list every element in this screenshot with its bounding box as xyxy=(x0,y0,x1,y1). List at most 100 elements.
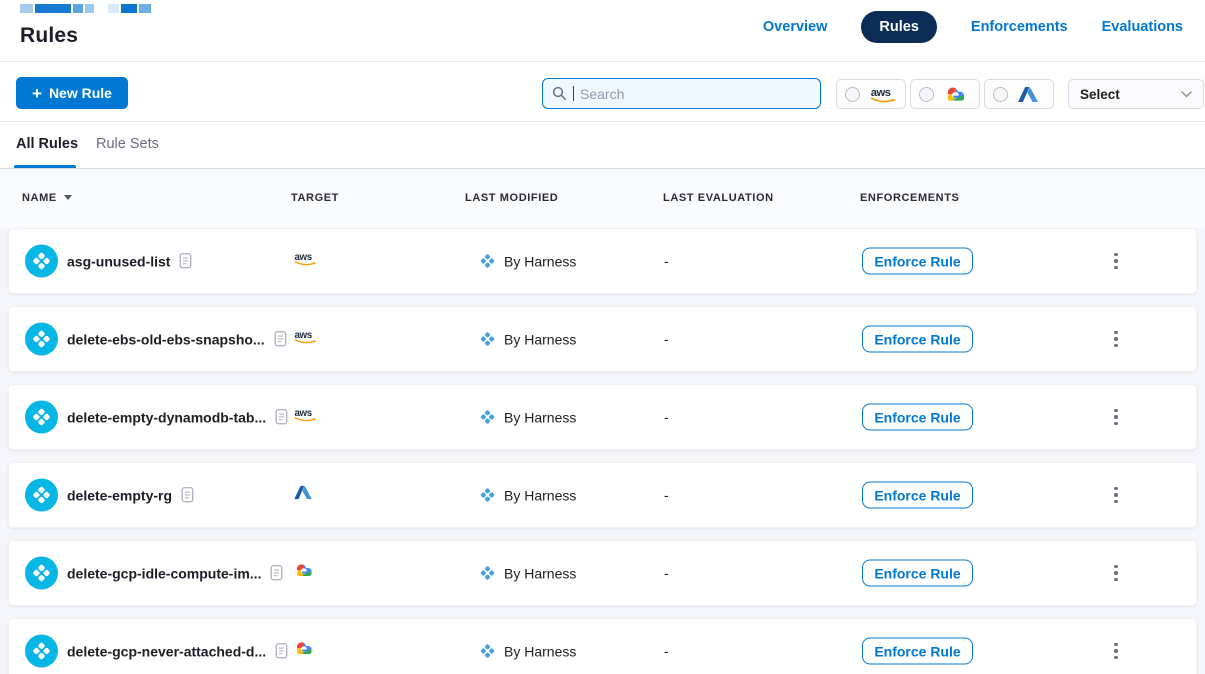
copy-icon[interactable] xyxy=(179,253,192,270)
rule-name-cell: delete-empty-rg xyxy=(67,487,194,504)
last-evaluation: - xyxy=(664,643,669,659)
rules-list: asg-unused-list aws xyxy=(0,228,1205,674)
rule-icon xyxy=(25,635,58,668)
breadcrumb-block xyxy=(96,4,106,13)
svg-text:aws: aws xyxy=(295,330,313,341)
table-row[interactable]: delete-empty-rg aws xyxy=(8,462,1197,528)
table-row[interactable]: delete-empty-dynamodb-tab... aws xyxy=(8,384,1197,450)
copy-icon[interactable] xyxy=(181,487,194,504)
nav-evaluations[interactable]: Evaluations xyxy=(1102,19,1183,35)
target-cell: aws xyxy=(293,250,320,272)
aws-logo-icon: aws xyxy=(869,85,900,104)
harness-icon xyxy=(479,331,496,348)
target-cell: aws xyxy=(293,406,320,428)
enforce-rule-button[interactable]: Enforce Rule xyxy=(862,248,973,275)
last-modified-cell: By Harness xyxy=(479,331,576,348)
rule-icon xyxy=(25,557,58,590)
enforce-rule-button[interactable]: Enforce Rule xyxy=(862,326,973,353)
tabs-row: All Rules Rule Sets xyxy=(0,123,1205,169)
kebab-menu-icon[interactable] xyxy=(1107,406,1125,428)
gcp-target-icon xyxy=(293,562,314,584)
sort-caret-icon xyxy=(64,195,72,200)
table-row[interactable]: asg-unused-list aws xyxy=(8,228,1197,294)
rule-name-cell: delete-ebs-old-ebs-snapsho... xyxy=(67,331,287,348)
breadcrumb-block xyxy=(85,4,94,13)
aws-target-icon: aws xyxy=(293,406,320,428)
svg-text:aws: aws xyxy=(295,252,313,263)
enforce-rule-button[interactable]: Enforce Rule xyxy=(862,638,973,665)
table-row[interactable]: delete-gcp-never-attached-d... aws xyxy=(8,618,1197,674)
copy-icon[interactable] xyxy=(270,565,283,582)
breadcrumb-block xyxy=(73,4,83,13)
last-evaluation: - xyxy=(664,253,669,269)
radio-icon[interactable] xyxy=(919,87,934,102)
copy-icon[interactable] xyxy=(275,643,288,660)
azure-target-icon xyxy=(293,485,313,505)
rule-name: delete-gcp-idle-compute-im... xyxy=(67,565,261,581)
rule-name: asg-unused-list xyxy=(67,253,170,269)
target-cell: aws xyxy=(293,640,314,662)
active-tab-underline xyxy=(14,165,76,168)
copy-icon[interactable] xyxy=(275,409,288,426)
table-row[interactable]: delete-gcp-idle-compute-im... aws xyxy=(8,540,1197,606)
gcp-logo-icon xyxy=(943,85,967,104)
last-evaluation: - xyxy=(664,487,669,503)
kebab-menu-icon[interactable] xyxy=(1107,640,1125,662)
last-evaluation: - xyxy=(664,409,669,425)
last-modified-text: By Harness xyxy=(504,643,576,659)
nav-overview[interactable]: Overview xyxy=(763,19,828,35)
column-header-name[interactable]: NAME xyxy=(22,169,72,228)
svg-text:aws: aws xyxy=(871,87,891,99)
kebab-menu-icon[interactable] xyxy=(1107,328,1125,350)
column-header-last-evaluation: LAST EVALUATION xyxy=(663,169,774,228)
harness-icon xyxy=(479,487,496,504)
column-header-enforcements: ENFORCEMENTS xyxy=(860,169,959,228)
radio-icon[interactable] xyxy=(993,87,1008,102)
filter-chip-gcp[interactable] xyxy=(910,79,980,109)
radio-icon[interactable] xyxy=(845,87,860,102)
kebab-menu-icon[interactable] xyxy=(1107,484,1125,506)
module-nav: Overview Rules Enforcements Evaluations xyxy=(763,11,1183,43)
enforce-rule-button[interactable]: Enforce Rule xyxy=(862,560,973,587)
rule-name: delete-empty-dynamodb-tab... xyxy=(67,409,266,425)
rule-name: delete-ebs-old-ebs-snapsho... xyxy=(67,331,265,347)
search-box[interactable] xyxy=(542,78,821,109)
kebab-menu-icon[interactable] xyxy=(1107,250,1125,272)
target-cell: aws xyxy=(293,562,314,584)
rule-name: delete-gcp-never-attached-d... xyxy=(67,643,266,659)
rule-name-cell: delete-empty-dynamodb-tab... xyxy=(67,409,288,426)
nav-enforcements[interactable]: Enforcements xyxy=(971,19,1068,35)
rule-icon xyxy=(25,245,58,278)
search-input[interactable] xyxy=(580,86,780,102)
select-dropdown[interactable]: Select xyxy=(1068,79,1204,109)
last-evaluation: - xyxy=(664,565,669,581)
tab-rule-sets[interactable]: Rule Sets xyxy=(96,136,159,152)
filter-chip-azure[interactable] xyxy=(984,79,1054,109)
rule-name-cell: delete-gcp-never-attached-d... xyxy=(67,643,288,660)
gcp-target-icon xyxy=(293,640,314,662)
enforce-rule-button[interactable]: Enforce Rule xyxy=(862,404,973,431)
new-rule-button[interactable]: + New Rule xyxy=(16,77,128,109)
chevron-down-icon xyxy=(1181,91,1192,98)
nav-rules[interactable]: Rules xyxy=(861,11,937,43)
search-icon xyxy=(552,86,567,101)
table-row[interactable]: delete-ebs-old-ebs-snapsho... aws xyxy=(8,306,1197,372)
breadcrumb xyxy=(20,4,151,13)
aws-target-icon: aws xyxy=(293,250,320,272)
enforce-rule-button[interactable]: Enforce Rule xyxy=(862,482,973,509)
copy-icon[interactable] xyxy=(274,331,287,348)
new-rule-label: New Rule xyxy=(49,85,112,101)
text-cursor xyxy=(573,86,574,101)
breadcrumb-block xyxy=(139,4,151,13)
breadcrumb-block xyxy=(20,4,33,13)
page-title: Rules xyxy=(20,24,78,48)
last-modified-text: By Harness xyxy=(504,253,576,269)
column-header-target: TARGET xyxy=(291,169,339,228)
kebab-menu-icon[interactable] xyxy=(1107,562,1125,584)
rule-name-cell: delete-gcp-idle-compute-im... xyxy=(67,565,283,582)
filter-chip-aws[interactable]: aws xyxy=(836,79,906,109)
rule-name: delete-empty-rg xyxy=(67,487,172,503)
target-cell: aws xyxy=(293,328,320,350)
last-modified-cell: By Harness xyxy=(479,487,576,504)
tab-all-rules[interactable]: All Rules xyxy=(16,136,78,152)
